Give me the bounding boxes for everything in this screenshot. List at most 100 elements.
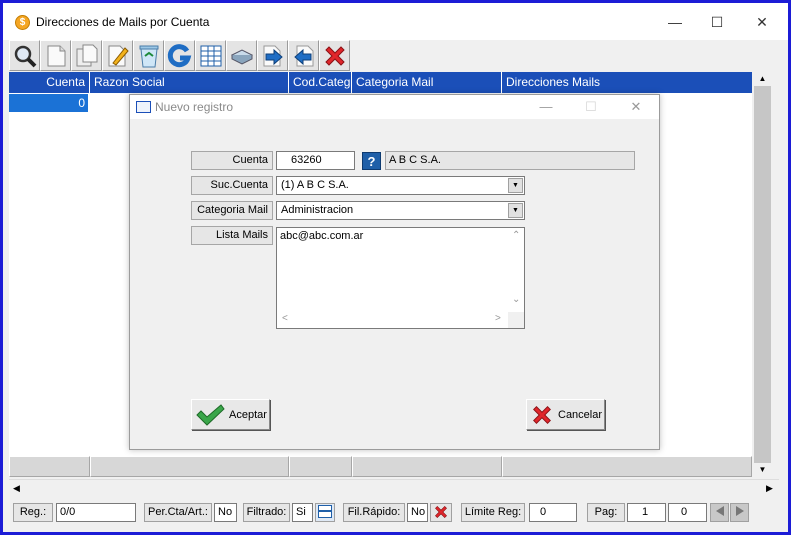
reg-label: Reg.: xyxy=(13,503,53,522)
footer-cell xyxy=(352,456,502,477)
app-icon: $ xyxy=(15,15,30,30)
scroll-down-icon[interactable]: ▼ xyxy=(754,463,771,477)
column-header-cod-categ[interactable]: Cod.Categ. xyxy=(289,72,352,93)
lista-mails-value: abc@abc.com.ar xyxy=(280,230,364,242)
copy-doc-icon xyxy=(76,44,97,66)
column-header-direcciones-mails[interactable]: Direcciones Mails xyxy=(502,72,752,93)
percta-field[interactable]: No xyxy=(214,503,237,522)
edit-button[interactable] xyxy=(102,40,133,71)
toolbar xyxy=(9,40,469,72)
grid-view-icon xyxy=(200,45,221,66)
scroll-left-icon[interactable]: ◀ xyxy=(9,481,24,495)
recycle-bin-icon xyxy=(139,45,158,67)
memo-horizontal-scrollbar[interactable]: < > xyxy=(277,312,509,328)
import-button[interactable] xyxy=(288,40,319,71)
pag-label: Pag: xyxy=(587,503,625,522)
arrow-left-icon xyxy=(715,506,724,516)
window-title: Direcciones de Mails por Cuenta xyxy=(36,15,210,29)
cancel-label: Cancelar xyxy=(558,408,603,421)
horizontal-scrollbar[interactable]: ◀ ▶ xyxy=(9,479,779,496)
refresh-g-icon xyxy=(167,43,191,67)
prev-page-button[interactable] xyxy=(710,503,729,522)
dialog-maximize-button: ☐ xyxy=(585,99,597,114)
export-button[interactable] xyxy=(257,40,288,71)
table-row[interactable]: 0 xyxy=(9,94,88,112)
lista-mails-textarea[interactable]: abc@abc.com.ar ⌃ ⌄ < > xyxy=(276,227,525,329)
footer-cell xyxy=(90,456,289,477)
print-icon xyxy=(230,48,253,65)
cancel-button[interactable]: Cancelar xyxy=(526,399,605,430)
scroll-right-icon[interactable]: > xyxy=(495,313,501,324)
memo-vertical-scrollbar[interactable]: ⌃ ⌄ xyxy=(508,228,524,312)
scroll-left-icon[interactable]: < xyxy=(282,313,288,324)
footer-cell xyxy=(289,456,352,477)
scroll-up-icon[interactable]: ⌃ xyxy=(512,230,520,241)
filrapido-field[interactable]: No xyxy=(407,503,428,522)
chevron-down-icon[interactable]: ▼ xyxy=(508,178,523,193)
print-button[interactable] xyxy=(226,40,257,71)
page-field[interactable]: 1 xyxy=(627,503,666,522)
column-header-razon-social[interactable]: Razon Social xyxy=(90,72,289,93)
copy-button[interactable] xyxy=(71,40,102,71)
scroll-right-icon[interactable]: ▶ xyxy=(762,481,777,495)
cuenta-input[interactable]: 63260 xyxy=(276,151,355,170)
chevron-down-icon[interactable]: ▼ xyxy=(508,203,523,218)
limite-label: Límite Reg: xyxy=(461,503,525,522)
grid-header: Cuenta Razon Social Cod.Categ. Categoria… xyxy=(9,72,752,93)
sucursal-label: Suc.Cuenta xyxy=(191,176,273,195)
clear-quick-filter-button[interactable] xyxy=(430,503,452,522)
categoria-label: Categoria Mail xyxy=(191,201,273,220)
form-icon xyxy=(136,101,151,113)
percta-label: Per.Cta/Art.: xyxy=(144,503,212,522)
filter-icon xyxy=(318,505,332,518)
scroll-up-icon[interactable]: ▲ xyxy=(754,72,771,86)
check-icon xyxy=(196,403,225,426)
exit-button[interactable] xyxy=(319,40,350,71)
dialog-title: Nuevo registro xyxy=(155,100,234,114)
search-button[interactable] xyxy=(9,40,40,71)
scroll-down-icon[interactable]: ⌄ xyxy=(512,294,520,305)
cuenta-name-field: A B C S.A. xyxy=(385,151,635,170)
reg-field: 0/0 xyxy=(56,503,136,522)
categoria-value: Administracion xyxy=(281,204,354,216)
close-x-icon xyxy=(324,45,345,66)
import-arrow-icon xyxy=(293,45,313,66)
accept-label: Aceptar xyxy=(229,408,267,421)
categoria-select[interactable]: Administracion ▼ xyxy=(276,201,525,220)
filtrado-field[interactable]: Si xyxy=(292,503,313,522)
lookup-help-button[interactable]: ? xyxy=(362,152,381,170)
dialog-close-button[interactable]: ✕ xyxy=(616,97,656,117)
new-doc-icon xyxy=(47,45,65,66)
limite-field[interactable]: 0 xyxy=(529,503,577,522)
dialog-minimize-button[interactable]: — xyxy=(526,97,566,117)
status-bar: Reg.: 0/0 Per.Cta/Art.: No Filtrado: Si … xyxy=(9,500,779,526)
filrapido-label: Fil.Rápido: xyxy=(343,503,405,522)
lista-mails-label: Lista Mails xyxy=(191,226,273,245)
edit-icon xyxy=(108,45,129,66)
next-page-button[interactable] xyxy=(730,503,749,522)
title-bar: $ Direcciones de Mails por Cuenta — ☐ ✕ xyxy=(3,3,788,40)
column-header-cuenta[interactable]: Cuenta xyxy=(9,72,90,93)
arrow-right-icon xyxy=(735,506,744,516)
cuenta-label: Cuenta xyxy=(191,151,273,170)
delete-button[interactable] xyxy=(133,40,164,71)
grid-view-button[interactable] xyxy=(195,40,226,71)
column-header-categoria-mail[interactable]: Categoria Mail xyxy=(352,72,502,93)
maximize-button[interactable]: ☐ xyxy=(695,9,739,35)
vertical-scrollbar[interactable]: ▲ ▼ xyxy=(754,72,771,477)
accept-button[interactable]: Aceptar xyxy=(191,399,270,430)
filtrado-label: Filtrado: xyxy=(243,503,290,522)
close-x-icon xyxy=(435,506,447,518)
filter-toggle-button[interactable] xyxy=(315,503,335,522)
scroll-corner xyxy=(508,312,524,328)
dialog-title-bar: Nuevo registro — ☐ ✕ xyxy=(130,95,659,119)
close-button[interactable]: ✕ xyxy=(740,9,784,35)
refresh-button[interactable] xyxy=(164,40,195,71)
sucursal-value: (1) A B C S.A. xyxy=(281,179,349,191)
page-total-field: 0 xyxy=(668,503,707,522)
minimize-button[interactable]: — xyxy=(653,9,697,35)
export-arrow-icon xyxy=(263,45,283,66)
cancel-x-icon xyxy=(533,405,551,424)
new-button[interactable] xyxy=(40,40,71,71)
sucursal-select[interactable]: (1) A B C S.A. ▼ xyxy=(276,176,525,195)
